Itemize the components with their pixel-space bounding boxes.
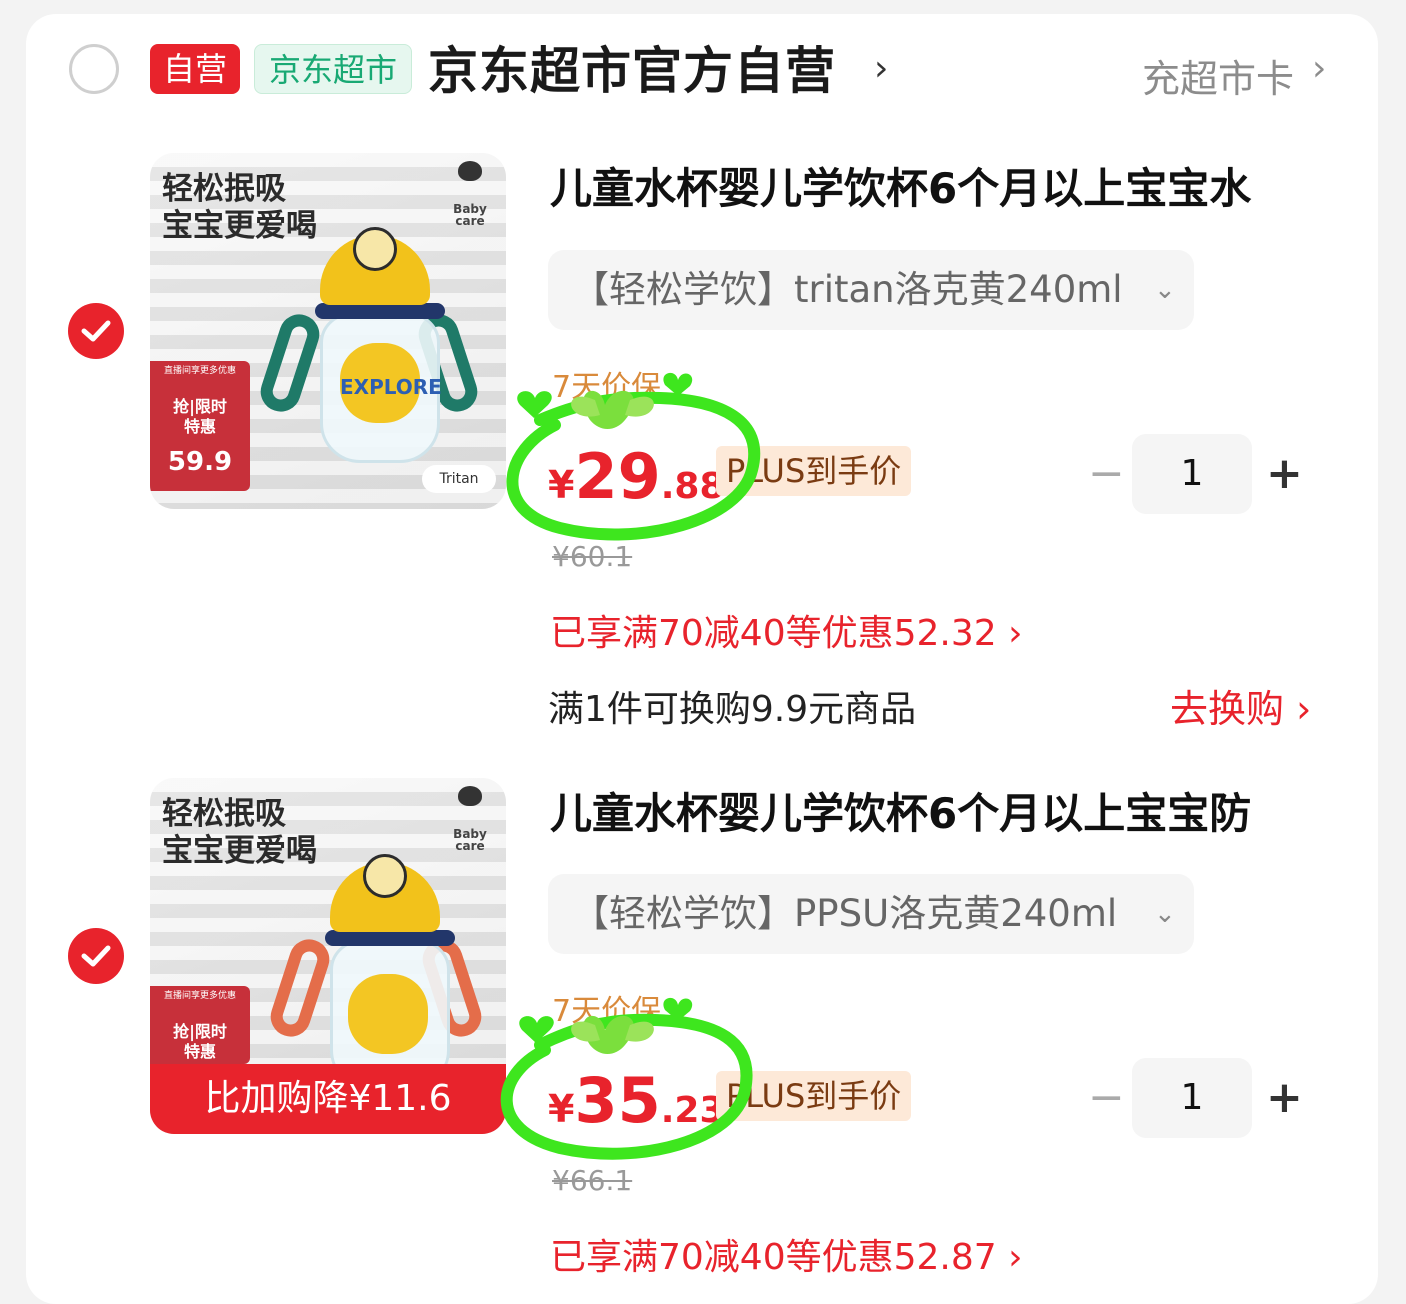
discount-detail-link[interactable]: 已享满70减40等优惠52.87 › [550,1228,1023,1280]
exchange-purchase-link[interactable]: 去换购 › [1170,678,1311,733]
top-up-card-link[interactable]: 充超市卡 [1142,48,1294,103]
self-operated-badge: 自营 [150,44,240,94]
top-up-chevron-right-icon[interactable]: › [1312,48,1326,89]
brand-logo-icon [458,786,482,806]
material-tag: Tritan [422,465,496,493]
brand-name: Baby care [453,827,487,853]
quantity-input[interactable]: 1 [1132,1058,1252,1138]
store-name-link[interactable]: 京东超市官方自营 [428,40,836,102]
jd-supermarket-badge: 京东超市 [254,44,412,94]
current-price: ¥29.88 [548,440,725,513]
brand-logo-icon [458,161,482,181]
cup-eye [363,854,407,898]
price-protection-label: 7天价保 [552,994,662,1029]
product-title[interactable]: 儿童水杯婴儿学饮杯6个月以上宝宝防 [550,787,1251,841]
spec-label: 【轻松学饮】tritan洛克黄240ml [572,268,1123,311]
quantity-increase-button[interactable]: + [1266,434,1303,514]
chevron-down-icon: ⌄ [1154,275,1176,305]
quantity-decrease-button[interactable]: − [1088,1058,1125,1138]
promo-sticker-subtitle: 直播间享更多优惠 [163,366,236,376]
brand-name: Baby care [453,202,487,228]
quantity-input[interactable]: 1 [1132,434,1252,514]
store-select-checkbox[interactable] [69,44,119,94]
image-slogan: 轻松抿吸 宝宝更爱喝 [162,171,317,244]
checkmark-icon [81,945,111,967]
checkmark-icon [81,320,111,342]
quantity-decrease-button[interactable]: − [1088,434,1125,514]
product-image[interactable]: 轻松抿吸 宝宝更爱喝 Baby care 直播间享更多优惠 抢|限时 特惠 比加… [150,778,506,1134]
cup-mascot-text: EXPLORE [340,375,442,399]
product-title[interactable]: 儿童水杯婴儿学饮杯6个月以上宝宝水 [550,162,1251,216]
price-protection-label: 7天价保 [552,370,662,405]
cup-eye [353,227,397,271]
product-image[interactable]: 轻松抿吸 宝宝更爱喝 Baby care EXPLORE 直播间享更多优惠 抢|… [150,153,506,509]
cup-ring [315,303,445,319]
current-price: ¥35.23 [548,1064,725,1137]
spec-selector[interactable]: 【轻松学饮】tritan洛克黄240ml ⌄ [548,250,1194,330]
store-chevron-right-icon[interactable]: › [874,48,888,89]
plus-price-tag: PLUS到手价 [716,1071,912,1121]
spec-selector[interactable]: 【轻松学饮】PPSU洛克黄240ml ⌄ [548,874,1194,954]
cup-ring [325,930,455,946]
exchange-offer-text: 满1件可换购9.9元商品 [548,689,917,730]
item-select-checkbox[interactable] [68,303,124,359]
spec-label: 【轻松学饮】PPSU洛克黄240ml [572,892,1118,935]
promo-sticker-subtitle: 直播间享更多优惠 [163,991,236,1001]
image-slogan: 轻松抿吸 宝宝更爱喝 [162,796,317,869]
chevron-down-icon: ⌄ [1154,899,1176,929]
item-select-checkbox[interactable] [68,928,124,984]
quantity-increase-button[interactable]: + [1266,1058,1303,1138]
price-drop-banner: 比加购降¥11.6 [150,1064,506,1134]
promo-sticker-title: 抢|限时 特惠 [173,397,227,436]
promo-sticker-price: 59.9 [167,447,233,477]
cup-mascot [348,974,428,1054]
original-price: ¥66.1 [552,1164,633,1197]
plus-price-tag: PLUS到手价 [716,446,912,496]
promo-sticker-title: 抢|限时 特惠 [173,1022,227,1061]
discount-detail-link[interactable]: 已享满70减40等优惠52.32 › [550,604,1023,656]
original-price: ¥60.1 [552,540,633,573]
